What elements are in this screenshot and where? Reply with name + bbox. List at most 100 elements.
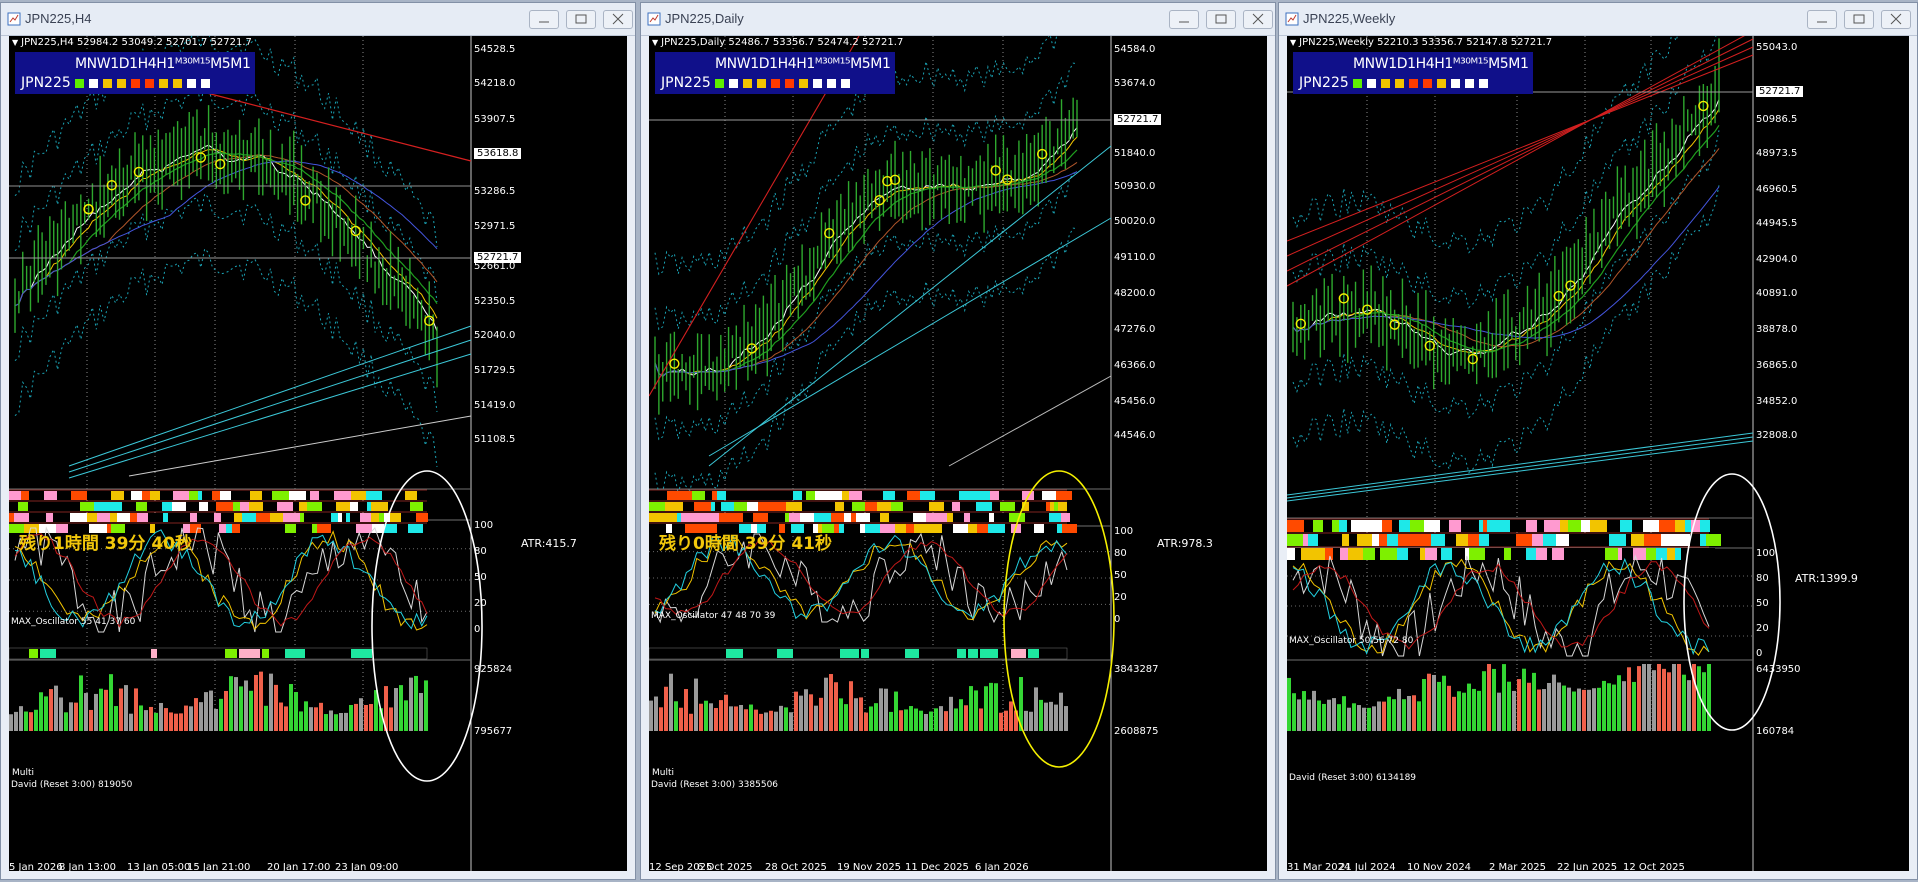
volume-bar [424,680,428,731]
title-bar[interactable]: JPN225,Weekly [1279,3,1917,36]
signal-strip-cell [721,502,734,511]
title-bar[interactable]: JPN225,Daily [641,3,1275,36]
bollinger-band [654,172,1078,441]
signal-strip-cell [356,524,372,533]
close-button[interactable] [1881,10,1911,29]
volume-bar [1512,690,1516,731]
signal-strip-cell [964,491,975,500]
volume-bar [739,704,743,731]
volume-bar [704,700,708,731]
date-label: 23 Jan 09:00 [335,862,399,871]
volume-bar [99,688,103,731]
volume-bar [729,706,733,731]
volume-bar [1557,682,1561,731]
signal-strip-cell [1029,502,1046,511]
signal-strip-cell [1675,520,1685,532]
volume-bar [124,685,128,731]
signal-strip-cell [423,502,438,511]
maximize-button[interactable] [1844,10,1874,29]
volume-bar [134,688,138,731]
title-bar[interactable]: JPN225,H4 [1,3,635,36]
maximize-button[interactable] [1206,10,1236,29]
signal-strip-cell [136,502,147,511]
chart-window-h4[interactable]: JPN225,H4 ▼ JPN225,H4 52984.2 53049.2 527… [0,2,636,880]
price-label: 53907.5 [474,114,516,125]
chart-area[interactable]: ▼ JPN225,Daily 52486.7 53356.7 52474.2 52… [649,36,1267,871]
signal-strip-cell [263,502,277,511]
signal-strip-cell [1351,520,1367,532]
maximize-button[interactable] [566,10,596,29]
signal-strip-cell [57,491,64,500]
signal-strip-cell [935,491,941,500]
date-label: 12 Oct 2025 [1623,862,1685,871]
multi-cell [905,649,919,658]
signal-strip-cell [834,524,839,533]
volume-bar [214,708,218,731]
price-label: 45456.0 [1114,396,1156,407]
volume-bar [1392,699,1396,731]
signal-strip-cell [240,502,249,511]
chart-area[interactable]: ▼ JPN225,Weekly 52210.3 53356.7 52147.8 5… [1287,36,1909,871]
signal-strip-cell [738,491,755,500]
price-label: 42904.0 [1756,254,1798,265]
volume-bar [324,714,328,731]
signal-strip-cell [891,502,903,511]
volume-bar [1572,691,1576,731]
volume-bar [754,709,758,731]
multi-cell [97,649,111,658]
signal-strip-cell [1021,524,1034,533]
price-label: 34852.0 [1756,396,1798,407]
signal-strip-cell [71,491,87,500]
multi-cell [159,649,177,658]
signal-strip-cell [1510,520,1516,532]
minimize-button[interactable] [1807,10,1837,29]
signal-strip-cell [1005,524,1011,533]
volume-bar [1477,690,1481,731]
trend-line [68,339,472,473]
signal-strip-cell [860,524,865,533]
minimize-button[interactable] [1169,10,1199,29]
multi-cell [745,649,761,658]
volume-bar [1672,664,1676,731]
volume-bar [994,683,998,731]
volume-bar [354,703,358,731]
trend-line [1287,432,1754,496]
volume-bar [1367,707,1371,731]
volume-bar [1662,668,1666,731]
signal-strip-cell [915,502,929,511]
signal-strip-cell [953,524,962,533]
signal-strip-cell [649,513,660,522]
chart-area[interactable]: ▼ JPN225,H4 52984.2 53049.2 52701.7 52721… [9,36,627,871]
minimize-button[interactable] [529,10,559,29]
signal-strip-cell [256,513,270,522]
close-button[interactable] [603,10,633,29]
timeframe-signal-square [173,79,182,88]
signal-strip-cell [1700,534,1706,546]
signal-strip-cell [726,491,738,500]
volume-bar [239,686,243,731]
volume-bar [179,713,183,731]
volume-bar [1049,701,1053,731]
close-button[interactable] [1243,10,1273,29]
signal-strip-cell [906,524,914,533]
signal-strip-cell [768,513,785,522]
volume-bar [169,712,173,731]
signal-strip-cell [880,513,889,522]
volume-bar [109,674,113,731]
chart-window-daily[interactable]: JPN225,Daily ▼ JPN225,Daily 52486.7 53356… [640,2,1276,880]
oscillator-scale-label: 20 [1756,623,1769,634]
signal-strip-cell [246,524,262,533]
chart-window-weekly[interactable]: JPN225,Weekly ▼ JPN225,Weekly 52210.3 533… [1278,2,1918,880]
volume-bar [1427,673,1431,731]
timeframe-signal-square [785,79,794,88]
volume-bar [1332,698,1336,731]
volume-bar [1307,699,1311,731]
volume-bar [154,712,158,731]
signal-strip-cell [769,491,780,500]
bollinger-band [14,192,438,413]
signal-strip-cell [394,502,410,511]
signal-strip-cell [1313,548,1325,560]
oscillator-scale-label: 20 [1114,592,1127,603]
volume-bar [1682,674,1686,731]
signal-strip-cell [310,491,319,500]
